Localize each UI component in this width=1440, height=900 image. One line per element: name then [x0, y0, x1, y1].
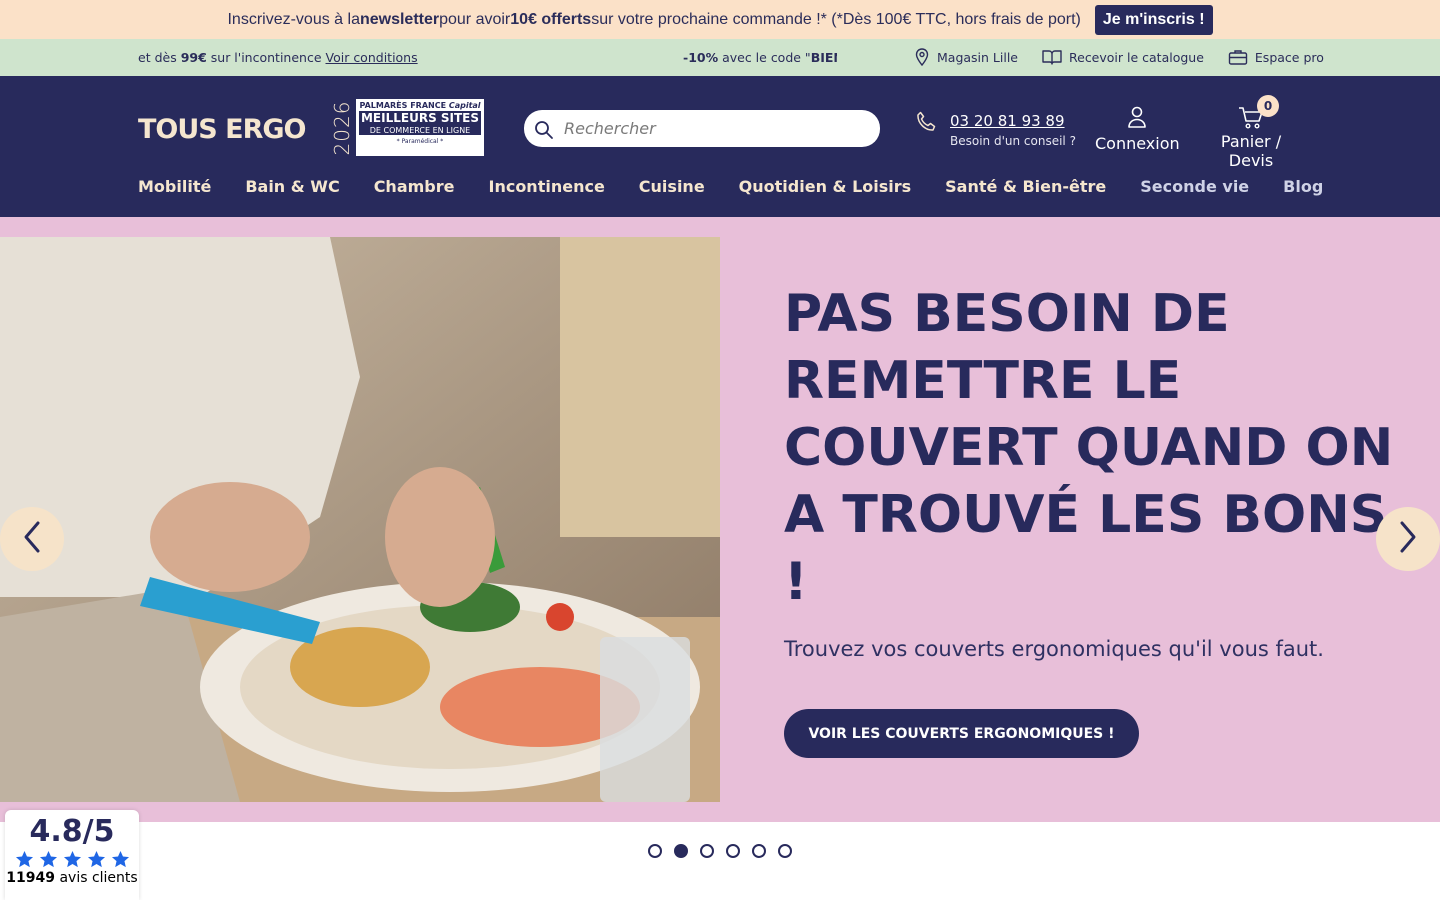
award-year-vertical: 2026 — [330, 99, 354, 157]
promo-conditions-link[interactable]: Voir conditions — [326, 50, 418, 65]
briefcase-icon — [1228, 49, 1248, 65]
slider-dot-1[interactable] — [648, 844, 662, 858]
award-line1: PALMARÈS FRANCE Capital — [359, 101, 481, 110]
pro-space-link[interactable]: Espace pro — [1228, 48, 1324, 66]
slider-dot-3[interactable] — [700, 844, 714, 858]
award-line3: DE COMMERCE EN LIGNE — [359, 126, 481, 135]
nav-item-bain-wc[interactable]: Bain & WC — [245, 177, 339, 196]
slider-dot-6[interactable] — [778, 844, 792, 858]
promo-code: BIENVENUE — [810, 50, 837, 65]
award-badge: 2026 PALMARÈS FRANCE Capital MEILLEURS S… — [330, 99, 484, 157]
award-card: PALMARÈS FRANCE Capital MEILLEURS SITES … — [356, 99, 484, 156]
pro-space-link-label: Espace pro — [1254, 49, 1324, 65]
phone-icon — [914, 111, 938, 138]
slider-dot-5[interactable] — [752, 844, 766, 858]
catalogue-link-label: Recevoir le catalogue — [1069, 49, 1204, 65]
star-icon — [87, 850, 105, 868]
slider-dot-4[interactable] — [726, 844, 740, 858]
newsletter-suffix: sur votre prochaine commande !* (*Dès 10… — [591, 10, 1081, 28]
chevron-left-icon — [22, 520, 42, 558]
newsletter-bold-newsletter: newsletter — [359, 10, 440, 28]
catalogue-link[interactable]: Recevoir le catalogue — [1042, 48, 1204, 66]
utility-links: Magasin Lille Recevoir le catalogue Espa… — [914, 48, 1324, 66]
nav-item-blog[interactable]: Blog — [1283, 177, 1323, 196]
star-icon — [39, 850, 57, 868]
nav-item-chambre[interactable]: Chambre — [374, 177, 455, 196]
promo-left-prefix: et dès — [138, 50, 181, 65]
promo-discount-code: -10% avec le code "BIENVENUE — [683, 50, 837, 65]
promo-left-amount: 99€ — [180, 50, 207, 65]
search-icon[interactable] — [534, 120, 554, 144]
phone-number-link[interactable]: 03 20 81 93 89 — [950, 112, 1065, 130]
customer-rating-widget[interactable]: 4.8/5 11949 avis clients — [5, 810, 139, 900]
cart-link[interactable]: 0 Panier / Devis — [1200, 95, 1302, 170]
account-label: Connexion — [1095, 134, 1180, 153]
promo-free-shipping: et dès 99€ sur l'incontinence Voir condi… — [138, 50, 418, 65]
newsletter-bar: Inscrivez-vous à la newsletter pour avoi… — [0, 0, 1440, 39]
slider-dots — [648, 844, 792, 858]
slider-dot-2[interactable] — [674, 844, 688, 858]
promo-strip: et dès 99€ sur l'incontinence Voir condi… — [0, 39, 1440, 76]
newsletter-subscribe-button[interactable]: Je m'inscris ! — [1094, 4, 1213, 35]
hero-subtitle: Trouvez vos couverts ergonomiques qu'il … — [784, 637, 1324, 661]
star-icon — [15, 850, 33, 868]
nav-item-sante-bien-etre[interactable]: Santé & Bien-être — [945, 177, 1106, 196]
nav-item-incontinence[interactable]: Incontinence — [488, 177, 604, 196]
promo-discount-amount: -10% — [683, 50, 719, 65]
newsletter-prefix: Inscrivez-vous à la — [227, 10, 360, 28]
newsletter-middle: pour avoir — [439, 10, 511, 28]
store-link[interactable]: Magasin Lille — [914, 48, 1018, 66]
award-line4: * Paramédical * — [396, 138, 444, 145]
cart-count-badge: 0 — [1257, 95, 1279, 117]
hero-cta-button[interactable]: VOIR LES COUVERTS ERGONOMIQUES ! — [784, 709, 1139, 758]
nav-item-quotidien-loisirs[interactable]: Quotidien & Loisirs — [739, 177, 911, 196]
cart-icon-wrap: 0 — [1200, 95, 1302, 130]
nav-item-cuisine[interactable]: Cuisine — [639, 177, 705, 196]
slider-next-button[interactable] — [1376, 507, 1440, 571]
nav-item-seconde-vie[interactable]: Seconde vie — [1140, 177, 1249, 196]
site-header: TOUS ERGO 2026 PALMARÈS FRANCE Capital M… — [0, 76, 1440, 217]
phone-hint: Besoin d'un conseil ? — [950, 134, 1076, 148]
rating-count: 11949 — [6, 870, 55, 886]
award-brand: Capital — [448, 101, 481, 110]
site-logo[interactable]: TOUS ERGO — [138, 114, 306, 145]
phone-contact: 03 20 81 93 89 Besoin d'un conseil ? — [914, 110, 1076, 148]
hero-title: PAS BESOIN DE REMETTRE LE COUVERT QUAND … — [784, 284, 1394, 612]
rating-score: 4.8/5 — [29, 814, 115, 849]
newsletter-bold-offer: 10€ offerts — [510, 10, 592, 28]
award-line2: MEILLEURS SITES — [359, 111, 481, 126]
rating-count-text: 11949 avis clients — [5, 870, 139, 886]
search-input[interactable] — [564, 114, 864, 142]
rating-count-label: avis clients — [55, 870, 138, 886]
rating-stars — [5, 850, 139, 868]
user-icon — [1095, 106, 1179, 132]
award-year: 2026 — [330, 100, 354, 156]
nav-item-mobilite[interactable]: Mobilité — [138, 177, 211, 196]
store-link-label: Magasin Lille — [937, 49, 1018, 65]
promo-left-suffix: sur l'incontinence — [206, 50, 326, 65]
hero-image — [0, 237, 720, 802]
hero-slider: PAS BESOIN DE REMETTRE LE COUVERT QUAND … — [0, 217, 1440, 822]
cart-label: Panier / Devis — [1220, 132, 1282, 170]
main-nav: Mobilité Bain & WC Chambre Incontinence … — [138, 177, 1357, 196]
search-bar[interactable] — [524, 110, 880, 147]
chevron-right-icon — [1398, 520, 1418, 558]
star-icon — [111, 850, 129, 868]
location-pin-icon — [914, 48, 930, 66]
award-palmares: PALMARÈS FRANCE — [359, 101, 447, 110]
book-icon — [1042, 49, 1062, 65]
account-link[interactable]: Connexion — [1095, 106, 1180, 153]
slider-prev-button[interactable] — [0, 507, 64, 571]
promo-discount-text: avec le code " — [718, 50, 811, 65]
star-icon — [63, 850, 81, 868]
